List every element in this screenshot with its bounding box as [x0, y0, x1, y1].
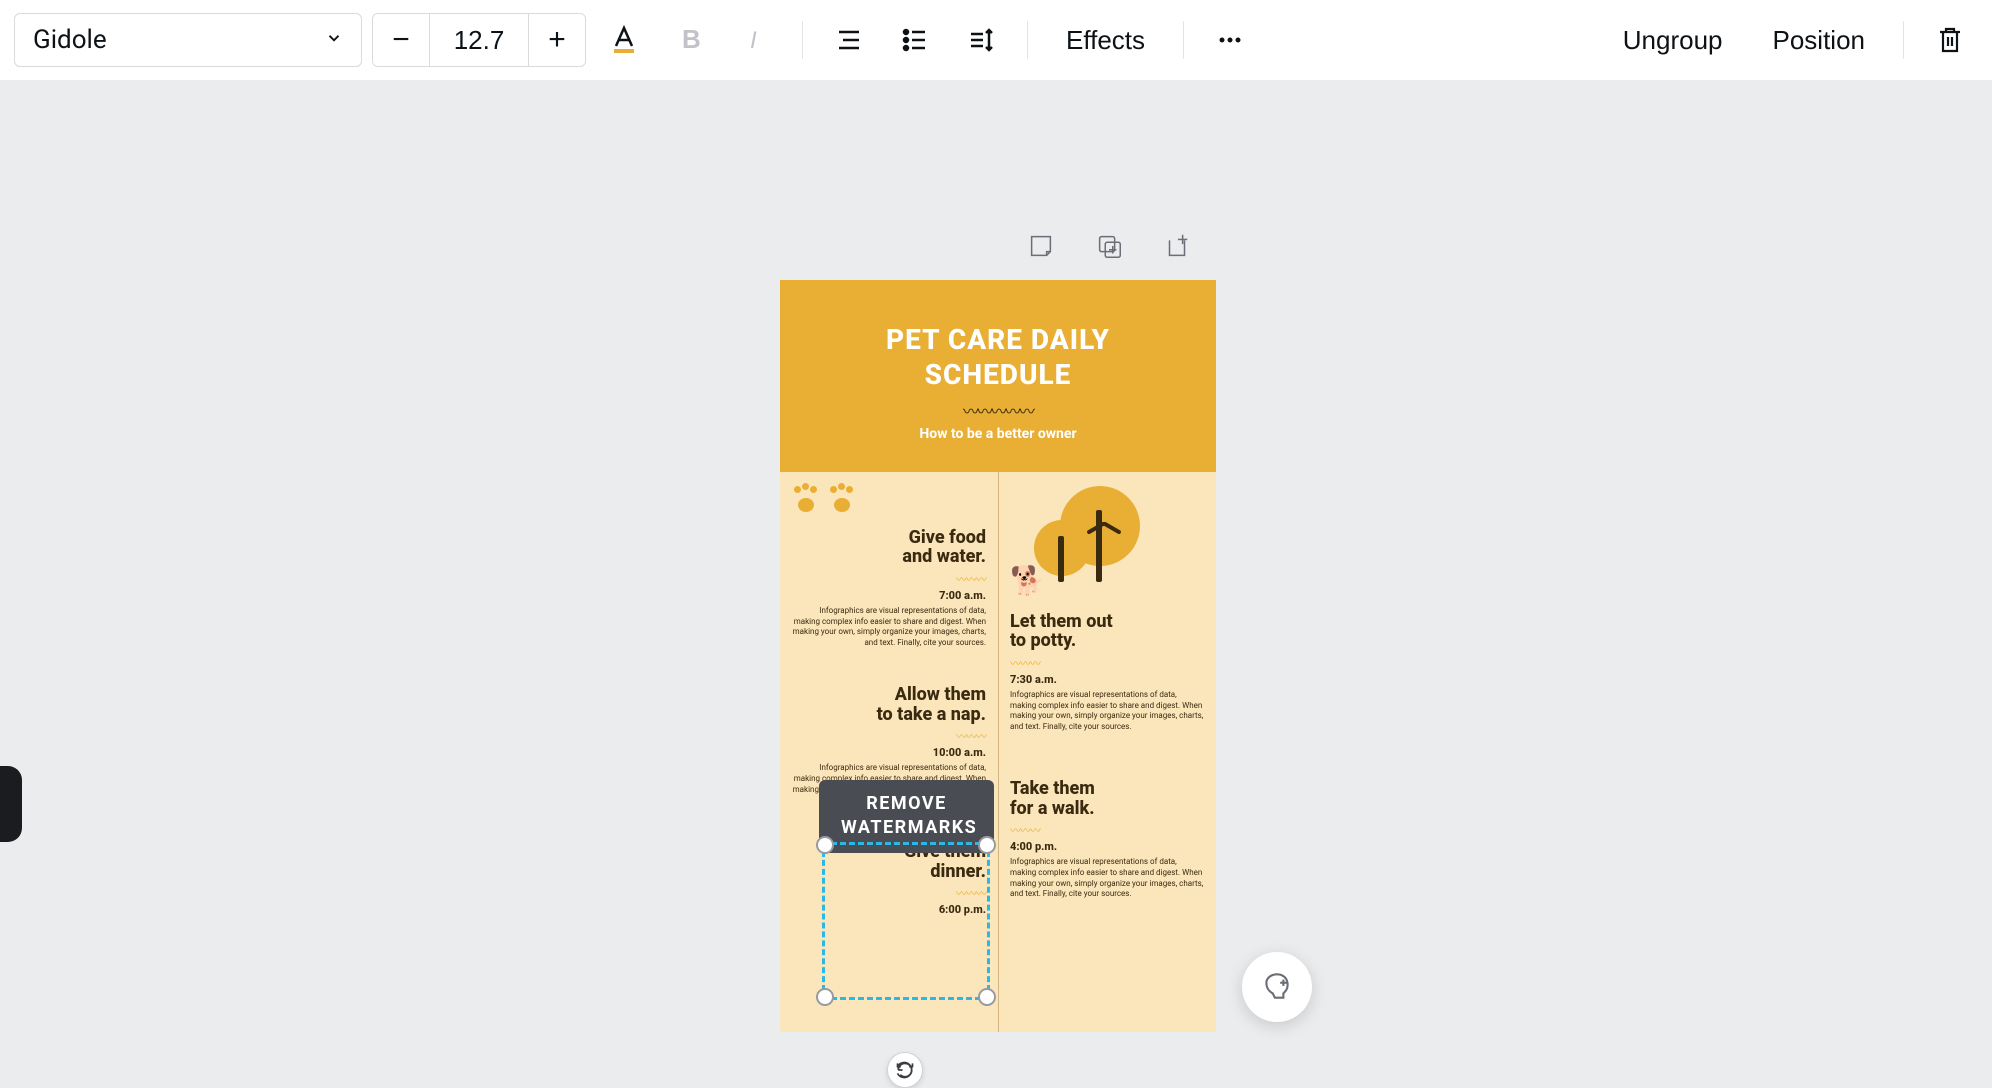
- item-title: Let them outto potty.: [1010, 612, 1204, 651]
- rotate-handle[interactable]: [887, 1052, 923, 1088]
- spacing-button[interactable]: [953, 12, 1009, 68]
- design-subtitle[interactable]: How to be a better owner: [800, 426, 1196, 442]
- text-color-button[interactable]: [596, 12, 652, 68]
- text-toolbar: Gidole − + B I Effects Ungroup Position: [0, 0, 1992, 80]
- notes-button[interactable]: [1020, 225, 1062, 267]
- squiggle-divider: 〰〰〰〰〰: [800, 398, 1196, 422]
- font-size-decrease-button[interactable]: −: [373, 14, 429, 66]
- squiggle-icon: 〰〰〰: [1010, 822, 1204, 838]
- center-divider: [998, 472, 999, 1032]
- duplicate-page-button[interactable]: [1088, 225, 1130, 267]
- page-actions: [1020, 225, 1198, 267]
- font-family-name: Gidole: [33, 25, 107, 55]
- item-desc: Infographics are visual representations …: [1010, 690, 1204, 733]
- tooltip-line-2: WATERMARKS: [841, 817, 977, 838]
- toolbar-divider: [1903, 21, 1904, 59]
- trunk-icon: [1096, 510, 1102, 582]
- chevron-down-icon: [325, 29, 343, 51]
- tooltip-line-1: REMOVE: [866, 793, 947, 814]
- alignment-button[interactable]: [821, 12, 877, 68]
- toolbar-divider: [1183, 21, 1184, 59]
- effects-button[interactable]: Effects: [1046, 12, 1165, 68]
- toolbar-divider: [802, 21, 803, 59]
- remove-watermarks-tooltip[interactable]: REMOVE WATERMARKS: [819, 780, 994, 853]
- add-page-button[interactable]: [1156, 225, 1198, 267]
- item-desc: Infographics are visual representations …: [792, 606, 986, 649]
- item-time: 7:00 a.m.: [792, 589, 986, 602]
- title-line-1: PET CARE DAILY: [886, 323, 1110, 356]
- paw-icons: [792, 486, 986, 514]
- squiggle-icon: 〰〰〰: [792, 571, 986, 587]
- font-size-group: − +: [372, 13, 586, 67]
- left-column: Give foodand water. 〰〰〰 7:00 a.m. Infogr…: [780, 472, 998, 1032]
- design-body: Give foodand water. 〰〰〰 7:00 a.m. Infogr…: [780, 472, 1216, 1032]
- item-time: 4:00 p.m.: [1010, 840, 1204, 853]
- position-button[interactable]: Position: [1753, 12, 1886, 68]
- squiggle-icon: 〰〰〰: [1010, 655, 1204, 671]
- trees-illustration[interactable]: 🐕: [1010, 486, 1204, 596]
- item-time: 6:00 p.m.: [792, 903, 986, 916]
- trunk-icon: [1058, 536, 1064, 582]
- title-line-2: SCHEDULE: [925, 358, 1072, 391]
- list-button[interactable]: [887, 12, 943, 68]
- font-family-select[interactable]: Gidole: [14, 13, 362, 67]
- bold-button[interactable]: B: [662, 12, 718, 68]
- more-button[interactable]: [1202, 12, 1258, 68]
- item-time: 10:00 a.m.: [792, 746, 986, 759]
- italic-button[interactable]: I: [728, 12, 784, 68]
- item-title: Give foodand water.: [792, 528, 986, 567]
- design-title[interactable]: PET CARE DAILY SCHEDULE: [800, 322, 1196, 392]
- paw-icon: [792, 486, 820, 514]
- font-size-input[interactable]: [429, 14, 529, 66]
- paw-icon: [828, 486, 856, 514]
- canvas-area[interactable]: PET CARE DAILY SCHEDULE 〰〰〰〰〰 How to be …: [0, 80, 1992, 1066]
- side-panel-toggle[interactable]: [0, 766, 22, 842]
- item-desc: Infographics are visual representations …: [1010, 857, 1204, 900]
- design-page[interactable]: PET CARE DAILY SCHEDULE 〰〰〰〰〰 How to be …: [780, 280, 1216, 1032]
- item-title: Take themfor a walk.: [1010, 779, 1204, 818]
- item-title: Allow themto take a nap.: [792, 685, 986, 724]
- right-column: 🐕 Let them outto potty. 〰〰〰 7:30 a.m. In…: [998, 472, 1216, 1032]
- schedule-item[interactable]: Take themfor a walk. 〰〰〰 4:00 p.m. Infog…: [1010, 779, 1204, 900]
- svg-text:B: B: [682, 24, 701, 54]
- schedule-item[interactable]: Let them outto potty. 〰〰〰 7:30 a.m. Info…: [1010, 612, 1204, 733]
- item-time: 7:30 a.m.: [1010, 673, 1204, 686]
- ungroup-button[interactable]: Ungroup: [1603, 12, 1743, 68]
- delete-button[interactable]: [1922, 12, 1978, 68]
- toolbar-divider: [1027, 21, 1028, 59]
- font-size-increase-button[interactable]: +: [529, 14, 585, 66]
- svg-text:I: I: [750, 27, 757, 54]
- squiggle-icon: 〰〰〰: [792, 885, 986, 901]
- squiggle-icon: 〰〰〰: [792, 728, 986, 744]
- schedule-item[interactable]: Give themdinner. 〰〰〰 6:00 p.m.: [792, 842, 986, 916]
- design-header[interactable]: PET CARE DAILY SCHEDULE 〰〰〰〰〰 How to be …: [780, 280, 1216, 472]
- dog-icon: 🐕: [1010, 564, 1045, 597]
- ai-assistant-fab[interactable]: [1242, 952, 1312, 1022]
- schedule-item[interactable]: Give foodand water. 〰〰〰 7:00 a.m. Infogr…: [792, 528, 986, 649]
